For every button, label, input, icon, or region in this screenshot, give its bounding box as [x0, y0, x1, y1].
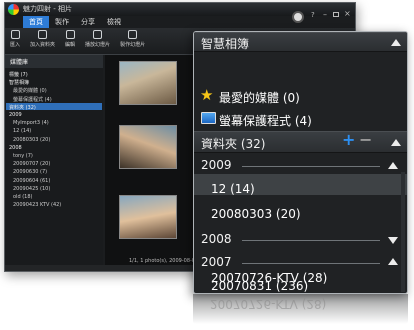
make-slideshow-button[interactable]: 製作幻燈片: [115, 28, 150, 54]
menu-share[interactable]: 分享: [75, 16, 101, 28]
library-title: 媒體庫: [10, 59, 29, 66]
year-divider: [242, 166, 380, 167]
close-icon[interactable]: ×: [344, 9, 351, 18]
photo-thumbnail[interactable]: [119, 61, 177, 105]
library-row[interactable]: 2008: [9, 145, 22, 151]
screenshot-stage: 魅力四射 - 相片 首頁 製作 分享 檢視 ? – × 匯入 加入資料夾 編輯: [0, 0, 414, 330]
screensaver-icon: [201, 112, 216, 124]
library-row[interactable]: 20090425 (10): [13, 186, 50, 192]
library-row[interactable]: tony (7): [13, 153, 33, 159]
year-divider: [242, 263, 380, 264]
make-slideshow-icon: [128, 30, 138, 39]
grid-status-text: 1/1, 1 photo(s), 2009-08-04: [129, 258, 199, 264]
library-row[interactable]: 2009: [9, 112, 22, 118]
make-slideshow-label: 製作幻燈片: [120, 42, 146, 48]
edit-icon: [65, 30, 75, 39]
maximize-icon[interactable]: [333, 12, 339, 17]
minimize-icon[interactable]: –: [323, 10, 327, 19]
library-row[interactable]: 標籤 (7): [9, 71, 28, 78]
zoomed-library-panel: 智慧相簿 ★ 最愛的媒體 (0) 螢幕保護程式 (4) 資料夾 (32) + −…: [193, 31, 408, 294]
add-folder-button[interactable]: 加入資料夾: [25, 28, 60, 54]
import-button[interactable]: 匯入: [5, 28, 25, 54]
scrollbar[interactable]: [401, 172, 405, 292]
photo-thumbnail[interactable]: [119, 195, 177, 239]
collapse-icon[interactable]: [388, 162, 398, 169]
star-icon: ★: [200, 86, 214, 104]
library-row[interactable]: 智慧相簿: [9, 79, 29, 86]
edit-label: 編輯: [65, 42, 76, 48]
app-title: 魅力四射 - 相片: [23, 5, 72, 13]
library-row[interactable]: 20090423 KTV (42): [13, 202, 61, 208]
screensaver-item[interactable]: 螢幕保護程式 (4): [219, 112, 312, 129]
folder-item-selected[interactable]: 20080303 (20): [211, 207, 301, 221]
expand-icon[interactable]: [388, 237, 398, 244]
year-2008-label[interactable]: 2008: [201, 232, 232, 246]
play-slideshow-icon: [93, 30, 103, 39]
collapse-icon[interactable]: [391, 39, 401, 46]
menu-view[interactable]: 檢視: [101, 16, 127, 28]
reflection-text: 20070726-KTV (28): [210, 297, 327, 311]
menu-bar: 首頁 製作 分享 檢視: [23, 16, 127, 28]
app-logo-icon: [8, 4, 19, 15]
play-slideshow-button[interactable]: 播放幻燈片: [80, 28, 115, 54]
library-row[interactable]: 20090630 (7): [13, 169, 47, 175]
help-icon[interactable]: ?: [311, 11, 315, 19]
library-row[interactable]: 20080303 (20): [13, 137, 50, 143]
year-divider: [242, 240, 380, 241]
import-label: 匯入: [10, 42, 21, 48]
minus-icon[interactable]: −: [359, 132, 372, 148]
library-row[interactable]: 資料夾 (32): [9, 104, 36, 111]
photo-thumbnail[interactable]: [119, 125, 177, 169]
library-row[interactable]: old (18): [13, 194, 32, 200]
folders-label: 資料夾 (32): [201, 137, 266, 151]
favorites-item[interactable]: 最愛的媒體 (0): [219, 89, 300, 106]
edit-button[interactable]: 編輯: [60, 28, 80, 54]
plus-icon[interactable]: +: [342, 132, 355, 148]
collapse-icon[interactable]: [391, 139, 401, 146]
import-icon: [10, 30, 20, 39]
menu-create[interactable]: 製作: [49, 16, 75, 28]
library-row[interactable]: 螢幕保護程式 (4): [13, 96, 52, 103]
smart-album-label: 智慧相簿: [201, 37, 250, 51]
library-row[interactable]: MyImport3 (4): [13, 120, 49, 126]
library-row[interactable]: 12 (14): [13, 128, 31, 134]
year-2007-label[interactable]: 2007: [201, 255, 232, 269]
add-folder-label: 加入資料夾: [30, 42, 56, 48]
play-slideshow-label: 播放幻燈片: [85, 42, 111, 48]
library-panel: 標籤 (7) 智慧相簿 最愛的媒體 (0) 螢幕保護程式 (4) 資料夾 (32) 200…: [5, 68, 103, 271]
folder-item[interactable]: 12 (14): [211, 182, 255, 196]
year-2009-label[interactable]: 2009: [201, 158, 232, 172]
library-header: 媒體庫: [5, 55, 103, 68]
menu-home[interactable]: 首頁: [23, 16, 49, 28]
panel-reflection: 20070726-KTV (28): [193, 294, 408, 324]
library-row[interactable]: 最愛的媒體 (0): [13, 87, 47, 94]
collapse-icon[interactable]: [388, 258, 398, 265]
library-row[interactable]: 20090604 (61): [13, 178, 50, 184]
folder-item[interactable]: 20070726-KTV (28): [211, 271, 327, 285]
user-icon[interactable]: [292, 11, 304, 23]
library-row[interactable]: 20090707 (20): [13, 161, 50, 167]
add-folder-icon: [38, 30, 48, 39]
